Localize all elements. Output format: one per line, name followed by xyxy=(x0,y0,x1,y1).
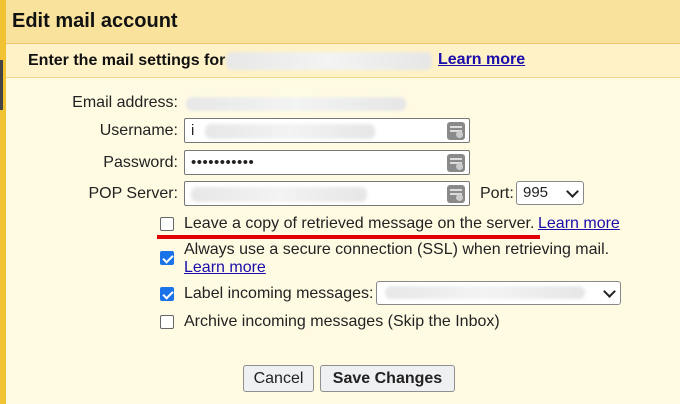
port-select[interactable]: 995 xyxy=(516,181,584,205)
chevron-down-icon xyxy=(566,185,579,198)
archive-incoming-checkbox[interactable] xyxy=(160,315,174,329)
redacted-label-value xyxy=(385,286,585,299)
secure-ssl-checkbox[interactable] xyxy=(160,251,174,265)
dialog-title: Edit mail account xyxy=(12,10,178,32)
subtitle-text: Enter the mail settings for xyxy=(28,52,226,69)
chevron-down-icon xyxy=(603,285,616,298)
cancel-button[interactable]: Cancel xyxy=(243,365,314,392)
password-manager-icon[interactable] xyxy=(447,185,465,203)
username-value: i xyxy=(191,122,195,139)
secure-ssl-label: Always use a secure connection (SSL) whe… xyxy=(184,241,610,258)
subtitle-bar: Enter the mail settings for Learn more xyxy=(6,44,680,78)
redacted-email xyxy=(226,52,432,70)
label-select[interactable] xyxy=(376,281,621,305)
leave-copy-learn-more-link[interactable]: Learn more xyxy=(538,215,620,233)
archive-incoming-label: Archive incoming messages (Skip the Inbo… xyxy=(184,313,500,330)
redacted-email-value xyxy=(186,97,406,111)
secure-ssl-learn-more-link[interactable]: Learn more xyxy=(184,259,266,277)
annotation-underline xyxy=(157,235,540,239)
redacted-pop-server xyxy=(191,187,367,202)
save-changes-button[interactable]: Save Changes xyxy=(320,365,455,392)
learn-more-link[interactable]: Learn more xyxy=(438,51,525,69)
leave-copy-checkbox[interactable] xyxy=(160,217,174,231)
left-divider xyxy=(0,60,3,110)
password-input[interactable]: ••••••••••• xyxy=(184,150,470,175)
port-label: Port: xyxy=(480,185,514,202)
redacted-username xyxy=(205,124,375,139)
password-manager-icon[interactable] xyxy=(447,122,465,140)
port-value: 995 xyxy=(523,184,549,201)
pop-server-input[interactable] xyxy=(184,181,470,206)
password-label: Password: xyxy=(103,154,178,171)
leave-copy-label: Leave a copy of retrieved message on the… xyxy=(184,215,535,232)
password-value: ••••••••••• xyxy=(191,154,255,171)
label-incoming-label: Label incoming messages: xyxy=(184,285,374,302)
pop-server-label: POP Server: xyxy=(88,185,178,202)
label-incoming-checkbox[interactable] xyxy=(160,287,174,301)
email-label: Email address: xyxy=(72,94,178,111)
username-label: Username: xyxy=(99,122,178,139)
password-manager-icon[interactable] xyxy=(447,154,465,172)
title-bar: Edit mail account xyxy=(6,0,680,44)
username-input[interactable]: i xyxy=(184,118,470,143)
